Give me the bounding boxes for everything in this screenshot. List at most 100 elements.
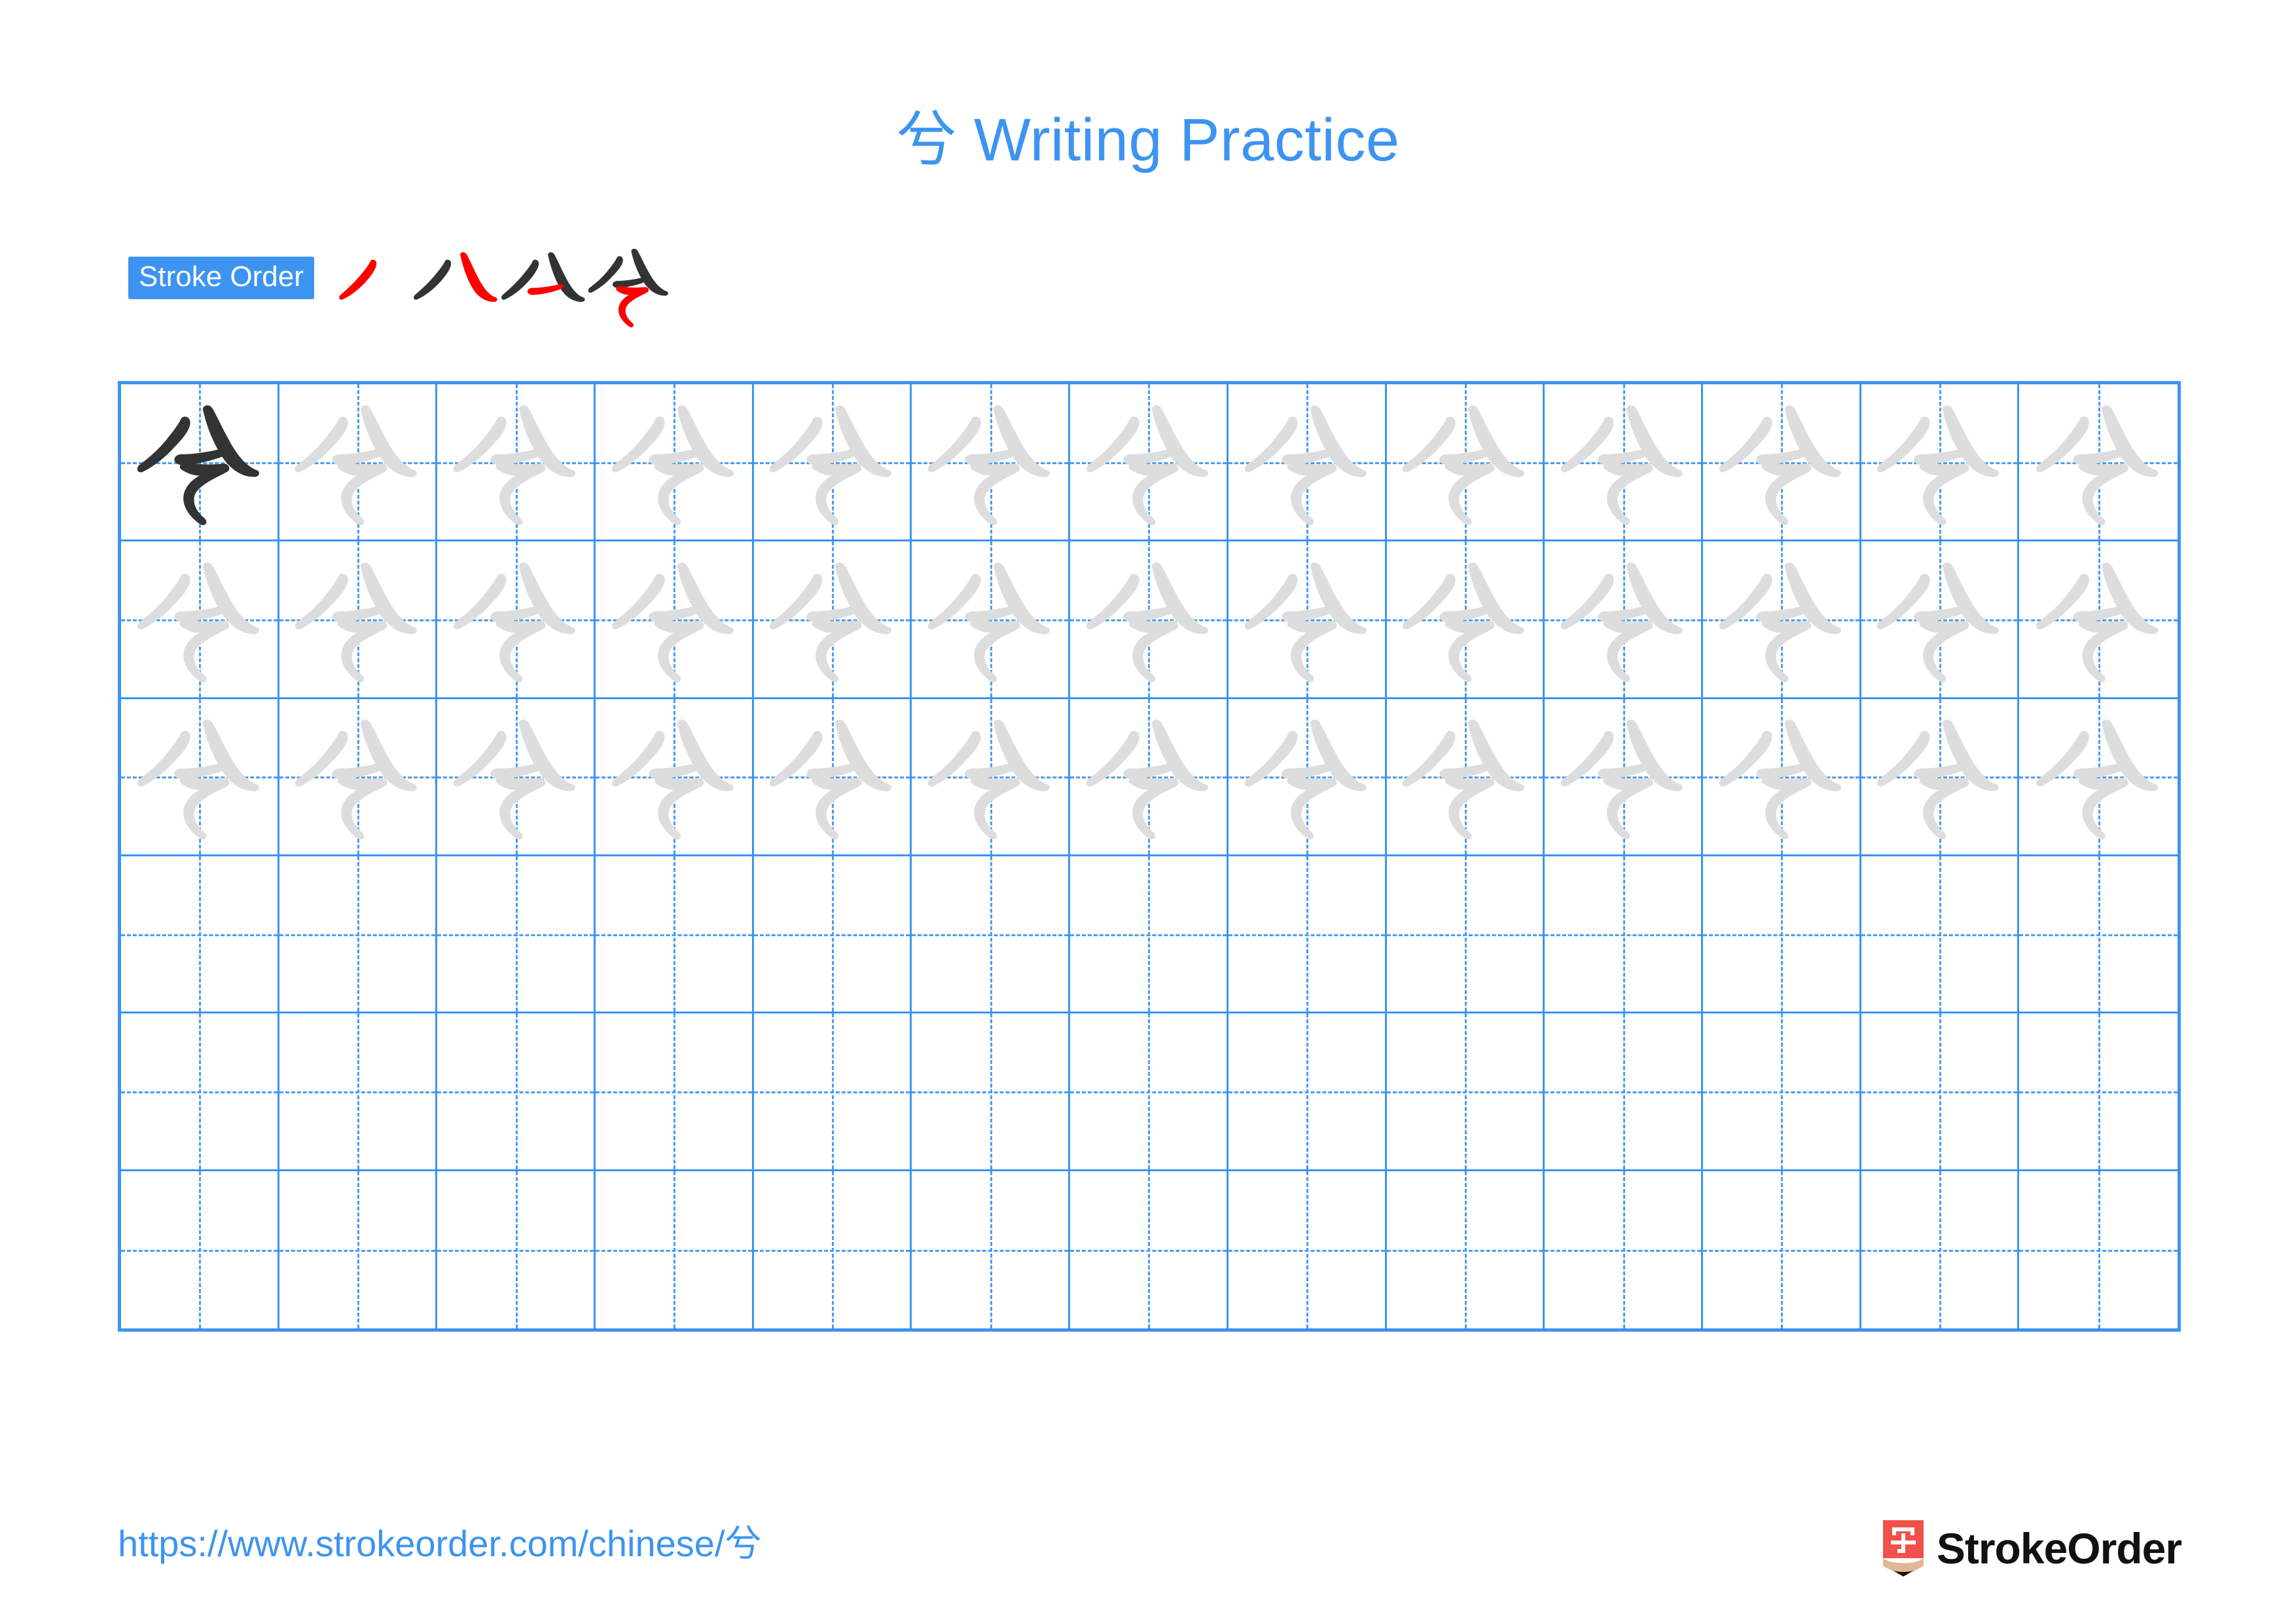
character-trace <box>1861 384 2018 539</box>
practice-cell-r2c13[interactable] <box>2019 541 2178 699</box>
character-trace <box>279 384 436 539</box>
practice-cell-r3c7[interactable] <box>1070 699 1229 856</box>
practice-cell-r4c11[interactable] <box>1702 856 1861 1014</box>
character-trace <box>437 699 594 854</box>
practice-cell-r4c7[interactable] <box>1070 856 1229 1014</box>
practice-cell-r2c8[interactable] <box>1228 541 1387 699</box>
practice-cell-r5c5[interactable] <box>753 1013 912 1171</box>
character-trace <box>1070 699 1227 854</box>
practice-cell-r4c8[interactable] <box>1228 856 1387 1014</box>
practice-cell-r2c12[interactable] <box>1861 541 2020 699</box>
practice-cell-r3c4[interactable] <box>596 699 754 856</box>
practice-cell-r2c7[interactable] <box>1070 541 1229 699</box>
practice-cell-r1c6[interactable] <box>912 384 1071 542</box>
practice-cell-r5c4[interactable] <box>596 1013 754 1171</box>
practice-cell-r3c5[interactable] <box>753 699 912 856</box>
practice-cell-r6c4[interactable] <box>596 1171 754 1328</box>
practice-cell-r1c2[interactable] <box>279 384 438 542</box>
practice-cell-r5c9[interactable] <box>1386 1013 1545 1171</box>
practice-cell-r6c13[interactable] <box>2019 1171 2178 1328</box>
practice-cell-r4c9[interactable] <box>1386 856 1545 1014</box>
practice-cell-r4c4[interactable] <box>596 856 754 1014</box>
practice-cell-r6c8[interactable] <box>1228 1171 1387 1328</box>
practice-cell-r5c10[interactable] <box>1545 1013 1703 1171</box>
practice-cell-r3c1[interactable] <box>121 699 279 856</box>
practice-cell-r5c1[interactable] <box>121 1013 279 1171</box>
practice-cell-r1c13[interactable] <box>2019 384 2178 542</box>
practice-cell-r4c10[interactable] <box>1545 856 1703 1014</box>
practice-cell-r2c11[interactable] <box>1702 541 1861 699</box>
practice-cell-r1c9[interactable] <box>1386 384 1545 542</box>
practice-cell-r2c1[interactable] <box>121 541 279 699</box>
practice-cell-r6c5[interactable] <box>753 1171 912 1328</box>
practice-cell-r4c6[interactable] <box>912 856 1071 1014</box>
character-trace <box>912 699 1068 854</box>
practice-cell-r3c8[interactable] <box>1228 699 1387 856</box>
practice-cell-r6c10[interactable] <box>1545 1171 1703 1328</box>
character-trace <box>1545 384 1701 539</box>
practice-cell-r2c9[interactable] <box>1386 541 1545 699</box>
practice-cell-r2c4[interactable] <box>596 541 754 699</box>
stroke-step-3 <box>497 242 585 330</box>
practice-cell-r6c12[interactable] <box>1861 1171 2020 1328</box>
practice-cell-r4c12[interactable] <box>1861 856 2020 1014</box>
practice-cell-r1c1[interactable] <box>121 384 279 542</box>
practice-cell-r2c3[interactable] <box>437 541 596 699</box>
practice-cell-r1c5[interactable] <box>753 384 912 542</box>
practice-cell-r6c2[interactable] <box>279 1171 438 1328</box>
practice-cell-r5c6[interactable] <box>912 1013 1071 1171</box>
practice-cell-r1c3[interactable] <box>437 384 596 542</box>
practice-cell-r1c8[interactable] <box>1228 384 1387 542</box>
character-trace <box>1545 699 1701 854</box>
practice-cell-r4c1[interactable] <box>121 856 279 1014</box>
character-trace <box>1070 541 1227 697</box>
practice-cell-r5c11[interactable] <box>1702 1013 1861 1171</box>
practice-cell-r3c3[interactable] <box>437 699 596 856</box>
practice-cell-r5c13[interactable] <box>2019 1013 2178 1171</box>
practice-cell-r6c9[interactable] <box>1386 1171 1545 1328</box>
practice-cell-r6c11[interactable] <box>1702 1171 1861 1328</box>
practice-cell-r1c11[interactable] <box>1702 384 1861 542</box>
practice-cell-r1c10[interactable] <box>1545 384 1703 542</box>
practice-cell-r2c2[interactable] <box>279 541 438 699</box>
practice-cell-r4c3[interactable] <box>437 856 596 1014</box>
practice-cell-r3c12[interactable] <box>1861 699 2020 856</box>
practice-cell-r6c6[interactable] <box>912 1171 1071 1328</box>
practice-cell-r4c2[interactable] <box>279 856 438 1014</box>
practice-cell-r3c13[interactable] <box>2019 699 2178 856</box>
practice-cell-r2c5[interactable] <box>753 541 912 699</box>
practice-cell-r3c6[interactable] <box>912 699 1071 856</box>
character-trace <box>754 541 910 697</box>
source-url[interactable]: https://www.strokeorder.com/chinese/兮 <box>118 1525 762 1562</box>
page-title: 兮 Writing Practice <box>896 107 1400 173</box>
character-trace <box>1703 384 1859 539</box>
practice-cell-r5c3[interactable] <box>437 1013 596 1171</box>
character-trace <box>121 541 278 697</box>
practice-cell-r1c12[interactable] <box>1861 384 2020 542</box>
practice-cell-r2c6[interactable] <box>912 541 1071 699</box>
practice-cell-r5c7[interactable] <box>1070 1013 1229 1171</box>
character-trace <box>121 699 278 854</box>
practice-cell-r4c13[interactable] <box>2019 856 2178 1014</box>
practice-cell-r6c7[interactable] <box>1070 1171 1229 1328</box>
practice-cell-r5c2[interactable] <box>279 1013 438 1171</box>
practice-cell-r6c3[interactable] <box>437 1171 596 1328</box>
character-trace <box>437 384 594 539</box>
practice-cell-r5c8[interactable] <box>1228 1013 1387 1171</box>
practice-cell-r6c1[interactable] <box>121 1171 279 1328</box>
practice-cell-r3c11[interactable] <box>1702 699 1861 856</box>
stroke-step-2 <box>410 242 497 330</box>
character-trace <box>2019 541 2178 697</box>
practice-cell-r1c7[interactable] <box>1070 384 1229 542</box>
practice-cell-r3c9[interactable] <box>1386 699 1545 856</box>
character-model <box>121 384 278 539</box>
practice-cell-r4c5[interactable] <box>753 856 912 1014</box>
practice-cell-r3c2[interactable] <box>279 699 438 856</box>
practice-cell-r5c12[interactable] <box>1861 1013 2020 1171</box>
practice-cell-r2c10[interactable] <box>1545 541 1703 699</box>
stroke-order-steps <box>322 248 673 330</box>
character-trace <box>754 699 910 854</box>
practice-cell-r3c10[interactable] <box>1545 699 1703 856</box>
practice-cell-r1c4[interactable] <box>596 384 754 542</box>
brand-logo: StrokeOrder <box>1882 1520 2182 1577</box>
